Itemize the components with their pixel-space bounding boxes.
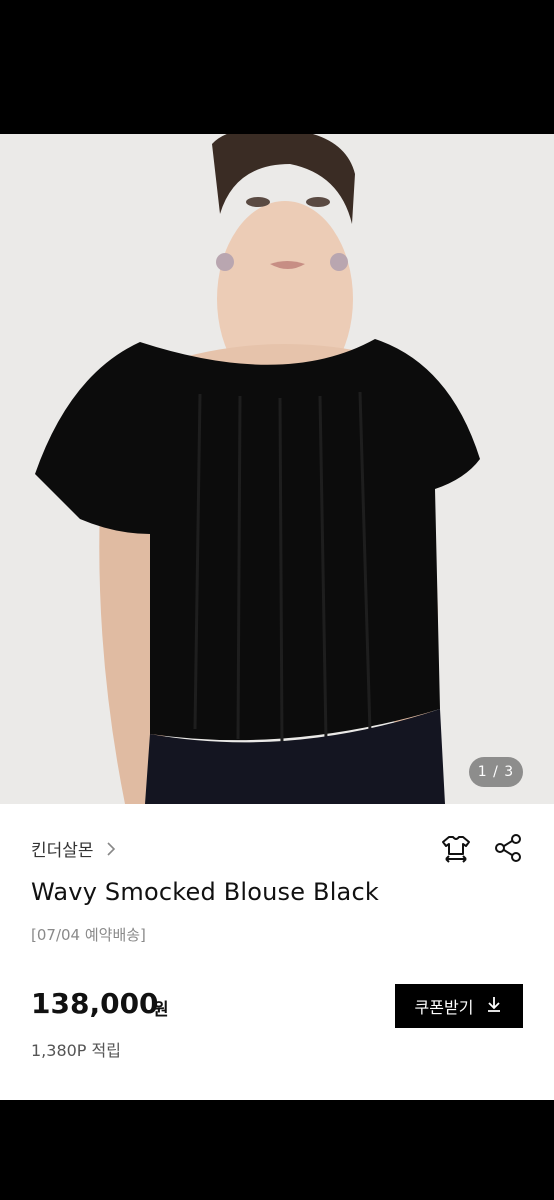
currency-label: 원 [153,1000,169,1020]
product-image[interactable] [0,134,554,804]
chevron-right-icon [102,840,120,858]
product-actions [440,832,524,864]
coupon-label: 쿠폰받기 [414,998,474,1017]
reward-points: 1,380P 적립 [31,1041,121,1060]
image-counter: 1 / 3 [469,757,523,787]
product-info-panel: 킨더살몬 Wavy Smocked Blouse Black [07/04 예약… [0,804,554,1100]
coupon-download-button[interactable]: 쿠폰받기 [395,984,523,1028]
brand-link[interactable]: 킨더살몬 [31,836,120,861]
shipping-note: [07/04 예약배송] [31,926,146,944]
shirt-size-icon[interactable] [440,832,472,864]
bottom-black-bar [0,1100,554,1200]
top-black-bar [0,0,554,134]
model-photo [0,134,554,804]
brand-name: 킨더살몬 [31,841,94,861]
share-icon[interactable] [492,832,524,864]
product-price: 138,000 [31,987,159,1020]
download-icon [485,995,503,1017]
product-title: Wavy Smocked Blouse Black [31,878,379,906]
